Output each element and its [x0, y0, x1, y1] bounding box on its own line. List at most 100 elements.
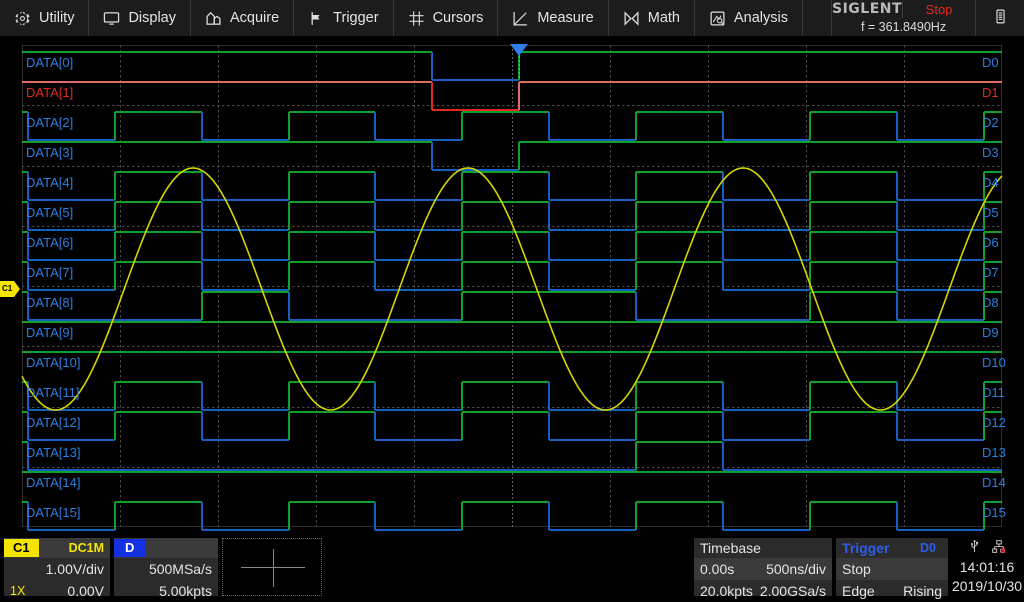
menu-item-label: Trigger	[333, 10, 379, 26]
c1-tag[interactable]: C1	[4, 539, 39, 557]
d-sample-rate-row: 500MSa/s	[114, 558, 218, 580]
digital-right-label-d11[interactable]: D11	[982, 385, 1005, 400]
timebase-sample-rate: 2.00GSa/s	[759, 583, 826, 599]
analysis-icon	[709, 10, 726, 27]
system-date: 2019/10/30	[952, 578, 1023, 594]
digital-right-label-d3[interactable]: D3	[982, 145, 999, 160]
digital-label-d8[interactable]: DATA[8]	[26, 295, 73, 310]
digital-label-d15[interactable]: DATA[15]	[26, 505, 80, 520]
d-panel-header: D	[114, 538, 218, 558]
digital-label-d10[interactable]: DATA[10]	[26, 355, 80, 370]
digital-right-label-d10[interactable]: D10	[982, 355, 1006, 370]
digital-right-label-d6[interactable]: D6	[982, 235, 999, 250]
digital-label-d9[interactable]: DATA[9]	[26, 325, 73, 340]
menu-item-display[interactable]: Display	[89, 0, 191, 36]
digital-right-label-d1[interactable]: D1	[982, 85, 999, 100]
trigger-panel[interactable]: Trigger D0 Stop Edge Rising	[836, 538, 948, 599]
trigger-title: Trigger	[842, 540, 890, 556]
gear-icon	[14, 10, 31, 27]
digital-icon	[992, 8, 1009, 29]
status-brand-panel: SIGLENT Stop f = 361.8490Hz	[831, 0, 977, 36]
digital-label-d7[interactable]: DATA[7]	[26, 265, 73, 280]
trigger-source: D0	[920, 541, 936, 555]
system-time: 14:01:16	[959, 559, 1015, 575]
frequency-readout: f = 361.8490Hz	[860, 19, 947, 34]
c1-ground-marker[interactable]: C1	[0, 281, 20, 297]
digital-label-d12[interactable]: DATA[12]	[26, 415, 80, 430]
digital-label-d13[interactable]: DATA[13]	[26, 445, 80, 460]
menu-item-cursors[interactable]: Cursors	[394, 0, 499, 36]
cursors-icon	[408, 10, 425, 27]
monitor-icon	[103, 10, 120, 27]
lan-disconnected-icon[interactable]	[991, 539, 1007, 560]
c1-coupling: DC1M	[68, 541, 104, 555]
menu-item-trigger[interactable]: Trigger	[294, 0, 394, 36]
menu-item-label: Measure	[537, 10, 594, 26]
c1-marker-label: C1	[2, 284, 13, 293]
digital-label-d11[interactable]: DATA[11]	[26, 385, 79, 400]
timebase-scale: 500ns/div	[766, 561, 826, 577]
usb-icon[interactable]	[967, 539, 982, 559]
menu-item-analysis[interactable]: Analysis	[695, 0, 803, 36]
menu-spacer	[803, 0, 831, 36]
c1-offset: 0.00V	[67, 583, 104, 599]
menu-item-label: Acquire	[230, 10, 280, 26]
digital-right-label-d15[interactable]: D15	[982, 505, 1006, 520]
digital-label-d1[interactable]: DATA[1]	[26, 85, 73, 100]
c1-probe: 1X	[10, 584, 26, 598]
digital-right-label-d5[interactable]: D5	[982, 205, 999, 220]
acquire-icon	[205, 10, 222, 27]
c1-panel-header: C1 DC1M	[4, 538, 110, 558]
digital-label-d14[interactable]: DATA[14]	[26, 475, 80, 490]
digital-label-d5[interactable]: DATA[5]	[26, 205, 73, 220]
digital-label-d3[interactable]: DATA[3]	[26, 145, 73, 160]
menu-item-label: Analysis	[734, 10, 788, 26]
timebase-row-2: 20.0kpts 2.00GSa/s	[694, 580, 832, 602]
digital-label-d4[interactable]: DATA[4]	[26, 175, 73, 190]
menu-item-label: Math	[647, 10, 680, 26]
c1-volts-row: 1.00V/div	[4, 558, 110, 580]
digital-right-label-d13[interactable]: D13	[982, 445, 1006, 460]
digital-right-label-d12[interactable]: D12	[982, 415, 1006, 430]
timebase-delay: 0.00s	[700, 561, 735, 577]
channel-c1-panel[interactable]: C1 DC1M 1.00V/div 1X 0.00V	[4, 538, 110, 599]
digital-label-d6[interactable]: DATA[6]	[26, 235, 73, 250]
digital-label-d2[interactable]: DATA[2]	[26, 115, 73, 130]
digital-right-label-d0[interactable]: D0	[982, 55, 999, 70]
digital-right-label-d2[interactable]: D2	[982, 115, 999, 130]
trigger-state-row: Stop	[836, 558, 948, 580]
menu-item-utility[interactable]: Utility	[0, 0, 90, 36]
d-tag[interactable]: D	[114, 539, 146, 557]
digital-button[interactable]: DIGITAL	[976, 0, 1024, 36]
menu-item-label: Utility	[39, 10, 75, 26]
menu-item-measure[interactable]: Measure	[498, 0, 609, 36]
trigger-panel-header: Trigger D0	[836, 538, 948, 558]
c1-volts-div: 1.00V/div	[45, 561, 104, 577]
timebase-points: 20.0kpts	[700, 583, 753, 599]
digital-label-d0[interactable]: DATA[0]	[26, 55, 73, 70]
top-menu-bar: Utility Display Acquire Trigger Cursors …	[0, 0, 1024, 36]
c1-offset-row: 1X 0.00V	[4, 580, 110, 602]
digital-panel[interactable]: D 500MSa/s 5.00kpts	[114, 538, 218, 599]
measure-icon	[512, 10, 529, 27]
run-state-badge[interactable]: Stop	[903, 1, 975, 18]
analog-trace-c1	[21, 167, 1003, 411]
menu-item-label: Display	[128, 10, 176, 26]
timebase-panel[interactable]: Timebase 0.00s 500ns/div 20.0kpts 2.00GS…	[694, 538, 832, 599]
menu-item-math[interactable]: Math	[609, 0, 695, 36]
system-status-panel: 14:01:16 2019/10/30	[952, 538, 1022, 596]
digital-right-label-d14[interactable]: D14	[982, 475, 1006, 490]
menu-item-acquire[interactable]: Acquire	[191, 0, 295, 36]
digital-right-label-d9[interactable]: D9	[982, 325, 999, 340]
trigger-state: Stop	[842, 561, 871, 577]
digital-right-label-d8[interactable]: D8	[982, 295, 999, 310]
bottom-status-bar: C1 DC1M 1.00V/div 1X 0.00V D 500MSa/s 5.…	[0, 534, 1024, 600]
waveform-grid[interactable]: DATA[0] DATA[1] DATA[2] DATA[3] DATA[4] DATA[…	[0, 36, 1024, 534]
timebase-title: Timebase	[700, 540, 761, 556]
trigger-position-stem	[519, 56, 520, 80]
digital-right-label-d7[interactable]: D7	[982, 265, 999, 280]
waveform-position-indicator[interactable]	[222, 538, 322, 596]
trigger-position-marker[interactable]	[510, 44, 528, 56]
d-sample-rate: 500MSa/s	[148, 561, 212, 577]
digital-right-label-d4[interactable]: D4	[982, 175, 999, 190]
